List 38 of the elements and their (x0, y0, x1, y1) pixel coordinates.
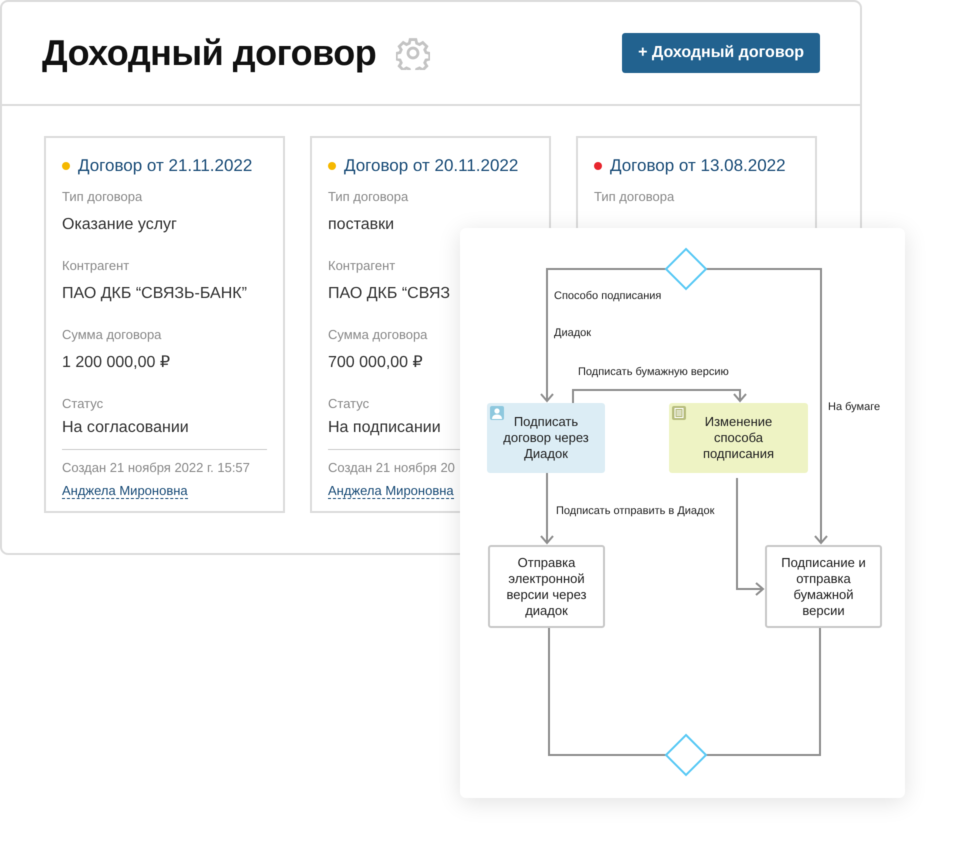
gateway-diamond (664, 248, 708, 290)
contract-title[interactable]: Договор от 20.11.2022 (344, 156, 518, 176)
field-label: Тип договора (594, 188, 676, 206)
field-label: Статус (328, 395, 370, 413)
edge-label: Диадок (554, 327, 592, 339)
contract-title[interactable]: Договор от 13.08.2022 (610, 156, 786, 176)
contract-title[interactable]: Договор от 21.11.2022 (78, 156, 252, 176)
node-label: Изменение способа подписания (702, 414, 776, 462)
field-label: Тип договора (328, 188, 410, 206)
field-label: Тип договора (62, 188, 144, 206)
edge-label: Подписать бумажную версию (578, 366, 729, 378)
author-link[interactable]: Анджела Мироновна (328, 483, 454, 499)
page-title: Доходный договор (42, 32, 376, 74)
field-label: Контрагент (328, 257, 396, 275)
node-label: Отправка электронной версии через диадок (506, 554, 588, 618)
edge-label: На бумаге (828, 401, 880, 413)
edge-label: Подписать отправить в Диадок (556, 505, 714, 517)
node-label: Подписание и отправка бумажной версии (781, 554, 866, 618)
field-label: Сумма договора (328, 326, 428, 344)
field-value: ПАО ДКБ “СВЯЗЬ-БАНК” (62, 284, 248, 304)
field-value: Оказание услуг (62, 215, 178, 235)
field-label: Статус (62, 395, 104, 413)
field-value: 700 000,00 ₽ (328, 353, 424, 373)
field-value: На согласовании (62, 418, 190, 438)
field-label: Контрагент (62, 257, 130, 275)
edge-label: Способо подписания (554, 290, 662, 302)
add-contract-button[interactable]: + Доходный договор (622, 33, 820, 73)
document-icon (672, 406, 686, 420)
field-label: Сумма договора (62, 326, 162, 344)
created-date: Создан 21 ноября 2022 г. 15:57 (62, 449, 267, 475)
field-value: поставки (328, 215, 396, 235)
person-icon (490, 406, 504, 420)
author-link[interactable]: Анджела Мироновна (62, 483, 188, 499)
settings-icon[interactable] (396, 36, 430, 70)
field-value: 1 200 000,00 ₽ (62, 353, 172, 373)
connector-arrow (540, 473, 554, 545)
gateway-diamond (664, 734, 708, 776)
field-value: ПАО ДКБ “СВЯЗ (328, 284, 452, 304)
